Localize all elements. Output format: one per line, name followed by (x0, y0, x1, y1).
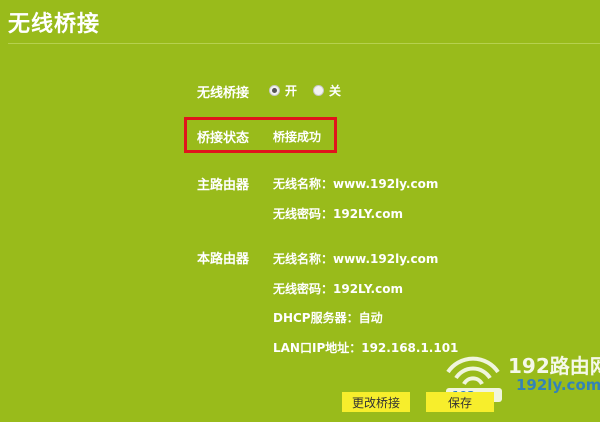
watermark-brand: 192路由网 (508, 354, 600, 378)
this-router-password: 无线密码：192LY.com (273, 282, 403, 296)
this-router-ssid: 无线名称：www.192ly.com (273, 252, 439, 266)
change-bridge-button[interactable]: 更改桥接 (342, 392, 410, 412)
bridge-radio-group: 开 关 (269, 82, 357, 99)
bridge-off-label[interactable]: 关 (329, 82, 341, 99)
bridge-status-label: 桥接状态 (197, 131, 250, 146)
title-divider (8, 43, 600, 44)
this-router-label: 本路由器 (197, 252, 250, 267)
save-button[interactable]: 保存 (426, 392, 494, 412)
bridge-on-radio[interactable] (269, 85, 280, 96)
page-title: 无线桥接 (8, 12, 101, 37)
this-router-lan-ip: LAN口IP地址：192.168.1.101 (273, 341, 459, 355)
bridge-on-label[interactable]: 开 (285, 82, 297, 99)
this-router-dhcp: DHCP服务器：自动 (273, 311, 383, 325)
main-router-label: 主路由器 (197, 178, 250, 193)
bridge-status-value: 桥接成功 (273, 130, 322, 144)
main-router-password: 无线密码：192LY.com (273, 207, 403, 221)
watermark-url: 192ly.com (516, 376, 600, 394)
bridge-toggle-label: 无线桥接 (197, 86, 250, 101)
bridge-off-radio[interactable] (313, 85, 325, 96)
main-router-ssid: 无线名称：www.192ly.com (273, 177, 439, 191)
